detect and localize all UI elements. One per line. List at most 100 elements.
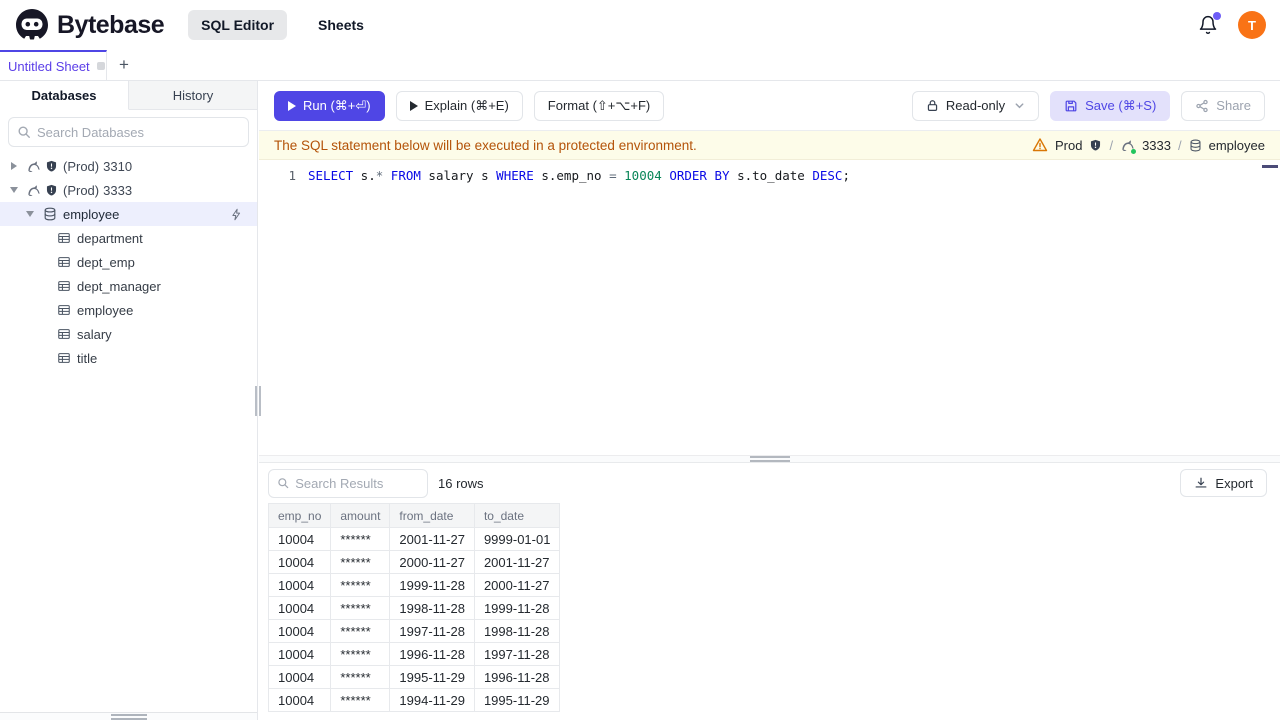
cell-amount[interactable]: ****** [330,665,391,689]
environment-shield-icon [45,184,58,197]
sql-token: SELECT [308,167,354,183]
instance-row-3310[interactable]: (Prod) 3310 [0,154,257,178]
user-avatar[interactable]: T [1238,11,1266,39]
explain-button[interactable]: Explain (⌘+E) [395,90,523,121]
cell-to-date[interactable]: 2001-11-27 [473,550,561,574]
cell-emp-no[interactable]: 10004 [267,688,332,712]
cell-amount[interactable]: ****** [330,642,391,666]
cell-to-date[interactable]: 1997-11-28 [473,642,561,666]
format-button[interactable]: Format (⇧+⌥+F) [533,90,665,121]
sql-token: BY [714,167,730,183]
table-row[interactable]: 10004 ****** 1994-11-29 1995-11-29 [267,688,561,712]
results-panel: 16 rows Export emp_noamountfrom_dateto_d… [259,463,1280,712]
cell-amount[interactable]: ****** [330,573,391,597]
table-label: department [77,230,143,246]
cell-to-date[interactable]: 9999-01-01 [473,527,561,551]
cell-emp-no[interactable]: 10004 [267,550,332,574]
results-search[interactable] [268,468,428,498]
notification-badge [1213,12,1221,20]
table-row[interactable]: 10004 ****** 1999-11-28 2000-11-27 [267,573,561,597]
cell-amount[interactable]: ****** [330,550,391,574]
table-row[interactable]: 10004 ****** 1997-11-28 1998-11-28 [267,619,561,643]
new-sheet-button[interactable]: + [107,50,141,80]
sidebar-resize-handle[interactable] [254,386,261,416]
table-row[interactable]: department [0,226,257,250]
readonly-mode-button[interactable]: Read-only [911,90,1040,121]
cell-from-date[interactable]: 1995-11-29 [389,665,475,689]
tab-databases[interactable]: Databases [0,81,129,110]
database-row-employee[interactable]: employee [0,202,257,226]
cell-amount[interactable]: ****** [330,527,391,551]
table-row[interactable]: employee [0,298,257,322]
table-row[interactable]: dept_manager [0,274,257,298]
sql-token: = [609,167,617,183]
results-header: 16 rows Export [259,463,1280,503]
nav-sql-editor[interactable]: SQL Editor [188,10,288,40]
column-header[interactable]: to_date [473,503,561,528]
code-line[interactable]: 1 SELECT s.* FROM salary s WHERE s.emp_n… [259,165,1280,185]
cell-amount[interactable]: ****** [330,619,391,643]
cell-emp-no[interactable]: 10004 [267,619,332,643]
nav-sheets[interactable]: Sheets [305,10,377,40]
sheet-tab-label: Untitled Sheet [8,58,90,74]
cell-to-date[interactable]: 2000-11-27 [473,573,561,597]
caret-down-icon[interactable] [26,210,34,218]
cell-from-date[interactable]: 1997-11-28 [389,619,475,643]
sql-token: ; [842,167,850,183]
table-row[interactable]: 10004 ****** 2000-11-27 2001-11-27 [267,550,561,574]
results-resize-handle[interactable] [259,455,1280,463]
sheet-tab-untitled[interactable]: Untitled Sheet [0,50,107,80]
caret-down-icon[interactable] [10,186,18,194]
instance-row-3333[interactable]: (Prod) 3333 [0,178,257,202]
explain-label: Explain (⌘+E) [424,97,509,113]
cell-to-date[interactable]: 1995-11-29 [473,688,561,712]
export-button[interactable]: Export [1180,469,1267,497]
save-button[interactable]: Save (⌘+S) [1050,90,1171,121]
notifications-button[interactable] [1198,12,1221,35]
cell-from-date[interactable]: 1994-11-29 [389,688,475,712]
sidebar-bottom-divider[interactable] [0,712,257,720]
instance-label[interactable]: 3333 [1142,138,1171,153]
cell-emp-no[interactable]: 10004 [267,665,332,689]
table-row[interactable]: 10004 ****** 1995-11-29 1996-11-28 [267,665,561,689]
cell-to-date[interactable]: 1999-11-28 [473,596,561,620]
cell-to-date[interactable]: 1996-11-28 [473,665,561,689]
table-row[interactable]: 10004 ****** 2001-11-27 9999-01-01 [267,527,561,551]
cell-to-date[interactable]: 1998-11-28 [473,619,561,643]
sql-code-editor[interactable]: 1 SELECT s.* FROM salary s WHERE s.emp_n… [259,160,1280,455]
quick-action-bolt-icon[interactable] [230,208,243,221]
cell-amount[interactable]: ****** [330,596,391,620]
database-search-input[interactable] [37,124,240,140]
share-button[interactable]: Share [1181,90,1265,121]
cell-emp-no[interactable]: 10004 [267,527,332,551]
cell-amount[interactable]: ****** [330,688,391,712]
cell-from-date[interactable]: 1998-11-28 [389,596,475,620]
sql-token: s.emp_no [533,167,610,183]
cell-emp-no[interactable]: 10004 [267,573,332,597]
table-row[interactable]: 10004 ****** 1996-11-28 1997-11-28 [267,642,561,666]
column-header[interactable]: from_date [389,503,475,528]
run-button[interactable]: Run (⌘+⏎) [274,90,385,121]
column-header[interactable]: amount [330,503,391,528]
search-icon [18,126,30,138]
table-row[interactable]: dept_emp [0,250,257,274]
sidebar: Databases History (Prod) 3310 [0,81,261,720]
table-row[interactable]: title [0,346,257,370]
table-row[interactable]: salary [0,322,257,346]
cell-from-date[interactable]: 1999-11-28 [389,573,475,597]
column-header[interactable]: emp_no [267,503,332,528]
cell-from-date[interactable]: 1996-11-28 [389,642,475,666]
tab-history[interactable]: History [129,81,257,110]
database-label[interactable]: employee [1209,138,1265,153]
cell-emp-no[interactable]: 10004 [267,642,332,666]
cell-from-date[interactable]: 2001-11-27 [389,527,475,551]
database-search[interactable] [8,117,249,147]
caret-right-icon[interactable] [10,162,18,170]
top-bar-right: T [1198,11,1266,39]
table-list: department dept_emp dept_manager employe… [0,226,257,370]
cell-emp-no[interactable]: 10004 [267,596,332,620]
cell-from-date[interactable]: 2000-11-27 [389,550,475,574]
environment-shield-icon [45,160,58,173]
results-search-input[interactable] [295,475,419,491]
table-row[interactable]: 10004 ****** 1998-11-28 1999-11-28 [267,596,561,620]
